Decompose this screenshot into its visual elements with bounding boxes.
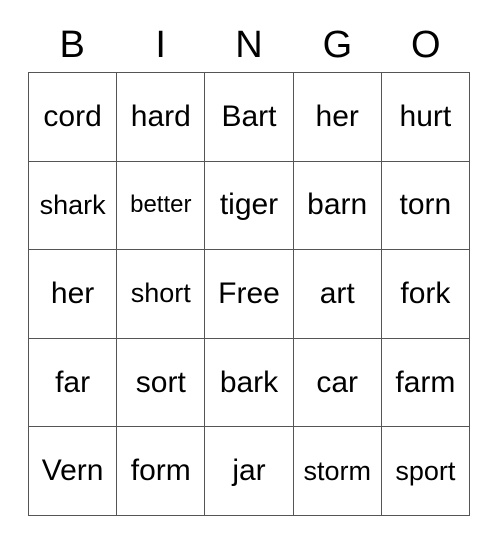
bingo-cell-label: art <box>319 276 355 310</box>
bingo-cell-r1c2[interactable]: hard <box>117 73 206 162</box>
bingo-cell-r3c1[interactable]: her <box>29 250 118 339</box>
bingo-cell-label: hard <box>130 99 191 133</box>
bingo-cell-label: her <box>50 276 95 310</box>
bingo-cell-r4c2[interactable]: sort <box>117 338 206 428</box>
bingo-cell-label: shark <box>39 189 106 220</box>
bingo-cell-free-space[interactable]: Free <box>205 250 294 339</box>
bingo-cell-r5c5[interactable]: sport <box>381 427 470 516</box>
bingo-cell-r4c1[interactable]: far <box>29 338 118 428</box>
bingo-cell-r2c5[interactable]: torn <box>381 161 470 251</box>
bingo-cell-label: hurt <box>399 99 452 133</box>
bingo-cell-r1c5[interactable]: hurt <box>381 73 470 162</box>
bingo-cell-r3c4[interactable]: art <box>293 250 382 339</box>
bingo-cell-label: sport <box>395 455 456 486</box>
bingo-cell-label: her <box>315 99 359 133</box>
bingo-cell-r5c1[interactable]: Vern <box>29 427 118 516</box>
bingo-header-letter-g: G <box>322 24 353 66</box>
bingo-cell-label: sort <box>135 365 186 399</box>
bingo-header-letter-b: B <box>59 24 85 66</box>
bingo-cell-label: bark <box>219 365 279 399</box>
bingo-cell-r3c2[interactable]: short <box>117 250 206 339</box>
bingo-cell-r2c4[interactable]: barn <box>293 161 382 251</box>
bingo-cell-label: far <box>55 365 91 399</box>
bingo-cell-r4c5[interactable]: farm <box>381 338 470 428</box>
bingo-cell-label: Bart <box>221 99 277 133</box>
bingo-cell-label: car <box>316 365 359 399</box>
bingo-cell-label: better <box>130 191 192 219</box>
bingo-cell-r1c4[interactable]: her <box>293 73 382 162</box>
bingo-cell-r4c3[interactable]: bark <box>205 338 294 428</box>
bingo-cell-label: barn <box>307 188 368 222</box>
bingo-header-letter-n: N <box>235 24 263 66</box>
bingo-cell-r2c3[interactable]: tiger <box>205 161 294 251</box>
bingo-cell-label: storm <box>303 455 371 486</box>
bingo-cell-label: fork <box>400 276 451 310</box>
bingo-cell-label: form <box>130 454 191 488</box>
bingo-cell-r4c4[interactable]: car <box>293 338 382 428</box>
bingo-cell-r3c5[interactable]: fork <box>381 250 470 339</box>
bingo-card: B I N G O cord hard Bart her hurt shark … <box>0 0 500 544</box>
bingo-header-letter-i: I <box>155 24 166 66</box>
bingo-cell-label: cord <box>43 99 102 133</box>
bingo-cell-r1c3[interactable]: Bart <box>205 73 294 162</box>
bingo-cell-label: farm <box>395 365 456 399</box>
bingo-cell-label: jar <box>232 454 266 488</box>
bingo-cell-r2c1[interactable]: shark <box>29 161 118 251</box>
bingo-cell-r2c2[interactable]: better <box>117 161 206 251</box>
bingo-cell-r5c3[interactable]: jar <box>205 427 294 516</box>
bingo-free-space-label: Free <box>218 276 280 310</box>
bingo-cell-label: short <box>130 278 191 309</box>
bingo-header-row: B I N G O <box>28 18 470 72</box>
bingo-cell-label: torn <box>399 188 452 222</box>
bingo-cell-r5c2[interactable]: form <box>117 427 206 516</box>
bingo-header-letter-o: O <box>411 24 441 66</box>
bingo-cell-label: tiger <box>219 188 279 222</box>
bingo-cell-r1c1[interactable]: cord <box>29 73 118 162</box>
bingo-cell-label: Vern <box>41 454 104 488</box>
bingo-cell-r5c4[interactable]: storm <box>293 427 382 516</box>
bingo-grid: cord hard Bart her hurt shark better tig… <box>28 72 470 516</box>
